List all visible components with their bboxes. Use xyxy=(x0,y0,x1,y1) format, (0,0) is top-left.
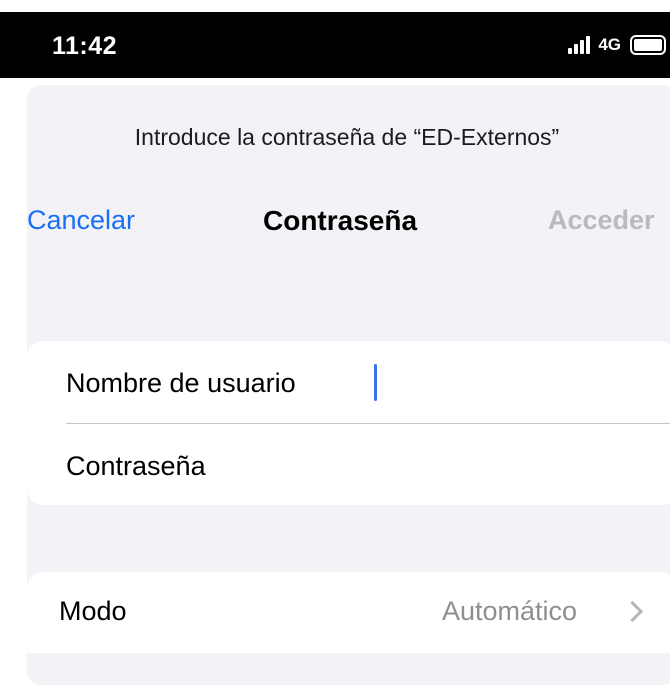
password-input[interactable] xyxy=(367,431,667,499)
mode-label: Modo xyxy=(59,596,127,626)
network-label: 4G xyxy=(598,35,621,54)
login-button[interactable]: Acceder xyxy=(548,205,655,236)
mode-row[interactable]: Modo Automático xyxy=(27,572,670,653)
password-label: Contraseña xyxy=(66,451,206,481)
username-input[interactable] xyxy=(367,349,667,417)
status-bar: 11:42 4G xyxy=(0,12,670,78)
cancel-button[interactable]: Cancelar xyxy=(27,205,135,236)
text-cursor xyxy=(374,364,377,401)
battery-icon xyxy=(630,35,666,55)
sheet-prompt: Introduce la contraseña de “ED-Externos” xyxy=(134,124,560,150)
signal-icon xyxy=(568,36,592,54)
nav-title: Contraseña xyxy=(263,205,418,236)
chevron-right-icon xyxy=(621,600,644,623)
status-indicators: 4G xyxy=(568,33,670,57)
mode-value: Automático xyxy=(442,596,578,626)
credentials-group: Nombre de usuario Contraseña xyxy=(27,341,670,505)
username-label: Nombre de usuario xyxy=(66,368,296,398)
row-divider xyxy=(66,423,670,424)
status-time: 11:42 xyxy=(52,32,118,60)
